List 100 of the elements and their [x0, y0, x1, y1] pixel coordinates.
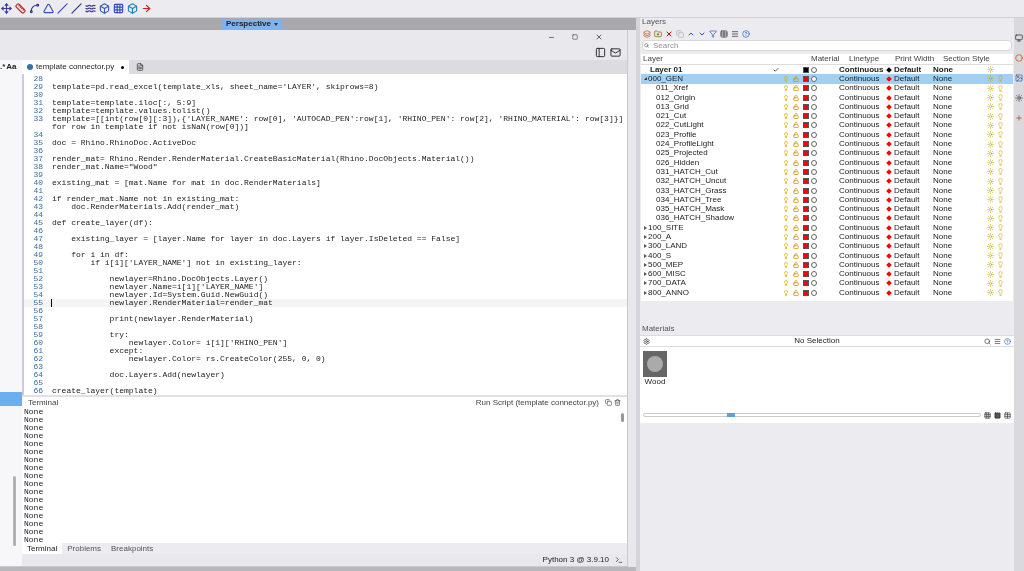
color-swatch[interactable] — [803, 280, 809, 287]
color-swatch[interactable] — [803, 94, 809, 101]
color-swatch[interactable] — [803, 113, 809, 120]
arrow-icon[interactable] — [141, 3, 152, 14]
search-icon[interactable] — [984, 337, 991, 345]
trash-icon[interactable] — [614, 399, 621, 406]
filter-icon[interactable] — [709, 30, 717, 38]
grid-icon[interactable] — [984, 411, 991, 419]
unlock-icon[interactable] — [793, 150, 799, 157]
plus-icon[interactable] — [1015, 114, 1023, 122]
color-swatch[interactable] — [803, 206, 809, 213]
slash-icon[interactable] — [57, 3, 68, 14]
panel-tab[interactable]: Breakpoints — [106, 543, 159, 554]
panel-icon[interactable] — [595, 46, 606, 58]
color-swatch[interactable] — [803, 150, 809, 157]
ruler-icon[interactable] — [15, 3, 26, 14]
curve-icon[interactable] — [29, 3, 40, 14]
unlock-icon[interactable] — [793, 113, 799, 120]
color-swatch[interactable] — [803, 224, 809, 231]
color-swatch[interactable] — [803, 196, 809, 203]
color-swatch[interactable] — [803, 243, 809, 250]
color-swatch[interactable] — [803, 66, 809, 73]
color-swatch[interactable] — [803, 75, 809, 82]
color-swatch[interactable] — [803, 168, 809, 175]
collapsed-triangle-icon[interactable] — [644, 244, 647, 249]
color-swatch[interactable] — [803, 122, 809, 129]
unlock-icon[interactable] — [793, 280, 799, 287]
column-header[interactable]: Linetype — [849, 55, 895, 63]
collapsed-triangle-icon[interactable] — [644, 281, 647, 286]
move-up-icon[interactable] — [687, 30, 695, 38]
python-version[interactable]: Python 3 @ 3.9.10 — [542, 556, 609, 564]
search-field[interactable]: Search — [642, 40, 1012, 51]
collapsed-triangle-icon[interactable] — [644, 225, 647, 230]
unlock-icon[interactable] — [793, 271, 799, 278]
unlock-icon[interactable] — [793, 289, 799, 296]
unlock-icon[interactable] — [793, 252, 799, 259]
slider-thumb[interactable] — [727, 413, 736, 418]
collapsed-triangle-icon[interactable] — [644, 235, 647, 239]
unlock-icon[interactable] — [793, 85, 799, 92]
layer-row[interactable]: 000_GEN Continuous Default None — [641, 74, 1013, 84]
regex-toggle[interactable]: .* — [0, 63, 6, 71]
column-header[interactable]: Section Style — [943, 55, 990, 63]
settings-icon[interactable] — [643, 337, 650, 345]
copy-icon[interactable] — [605, 399, 612, 406]
color-swatch[interactable] — [803, 85, 809, 92]
file-tab[interactable]: template connector.py — [22, 60, 130, 74]
column-header[interactable]: Layer — [641, 55, 811, 63]
console-icon[interactable] — [615, 556, 623, 564]
sublayer-icon[interactable] — [654, 30, 662, 38]
collapsed-triangle-icon[interactable] — [644, 253, 647, 258]
color-swatch[interactable] — [803, 131, 809, 138]
image-icon[interactable] — [1015, 74, 1023, 82]
delete-icon[interactable] — [665, 30, 673, 38]
grid-icon[interactable] — [113, 3, 124, 14]
new-layer-icon[interactable] — [643, 30, 651, 38]
column-header[interactable]: Material — [811, 55, 849, 63]
move-down-icon[interactable] — [698, 30, 706, 38]
column-header[interactable]: Print Width — [895, 55, 943, 63]
unlock-icon[interactable] — [793, 178, 799, 185]
box-icon[interactable] — [99, 3, 110, 14]
zoom-slider[interactable] — [643, 413, 981, 418]
help-icon[interactable] — [1004, 337, 1011, 345]
color-swatch[interactable] — [803, 187, 809, 194]
unlock-icon[interactable] — [793, 243, 799, 250]
unlock-icon[interactable] — [793, 261, 799, 268]
color-swatch[interactable] — [803, 159, 809, 166]
panel-tab[interactable]: Problems — [62, 543, 107, 554]
material-thumbnail[interactable] — [643, 351, 667, 378]
viewport-tab[interactable]: Perspective — [222, 18, 282, 30]
color-swatch[interactable] — [803, 252, 809, 259]
color-swatch[interactable] — [803, 234, 809, 240]
monitor-icon[interactable] — [1015, 34, 1023, 42]
color-swatch[interactable] — [803, 261, 809, 268]
help-icon[interactable] — [742, 30, 750, 38]
unlock-icon[interactable] — [793, 131, 799, 138]
expanded-triangle-icon[interactable] — [644, 77, 647, 81]
color-swatch[interactable] — [803, 178, 809, 185]
color-swatch[interactable] — [803, 215, 809, 222]
close-icon[interactable] — [595, 33, 603, 41]
unlock-icon[interactable] — [793, 196, 799, 203]
code-editor[interactable] — [22, 74, 627, 395]
table-icon[interactable] — [720, 30, 728, 38]
sun-icon[interactable] — [1015, 94, 1023, 102]
box-icon[interactable] — [127, 3, 138, 14]
unlock-icon[interactable] — [793, 215, 799, 222]
unlock-icon[interactable] — [793, 159, 799, 166]
move-icon[interactable] — [1, 3, 12, 14]
menu-icon[interactable] — [731, 30, 739, 38]
triangle-icon[interactable] — [43, 3, 54, 14]
unlock-icon[interactable] — [793, 168, 799, 175]
menu-icon[interactable] — [994, 337, 1001, 345]
new-file-icon[interactable] — [136, 63, 145, 71]
unlock-icon[interactable] — [793, 103, 799, 110]
unlock-icon[interactable] — [793, 122, 799, 129]
color-swatch[interactable] — [803, 289, 809, 296]
unlock-icon[interactable] — [793, 141, 799, 147]
unlock-icon[interactable] — [793, 224, 799, 231]
color-swatch[interactable] — [803, 141, 809, 147]
color-swatch[interactable] — [803, 103, 809, 110]
color-swatch[interactable] — [803, 271, 809, 278]
